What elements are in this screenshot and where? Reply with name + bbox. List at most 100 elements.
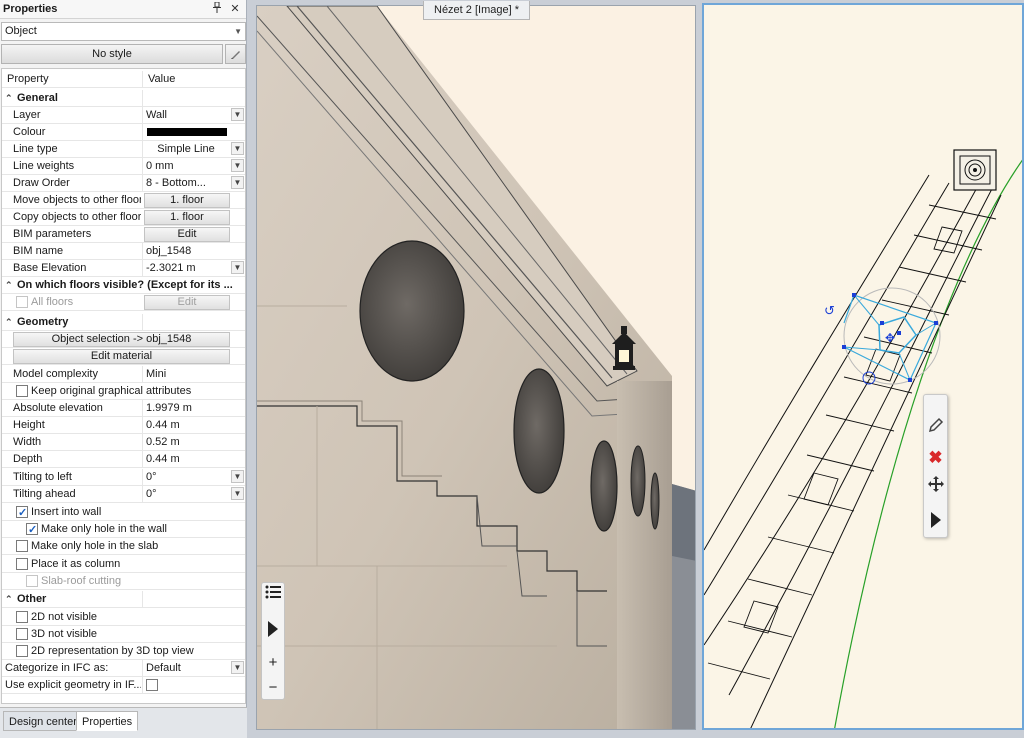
chevron-down-icon[interactable]: ▼ (231, 661, 244, 674)
insert-wall-checkbox[interactable] (16, 505, 28, 520)
height-field[interactable]: 0.44 m (142, 417, 245, 433)
plan-canvas[interactable]: ✥ ↺ ✖ (702, 3, 1024, 730)
row-not-3d: 3D not visible (2, 626, 245, 643)
section-floors-title: On which floors visible? (Except for its… (17, 279, 233, 291)
row-line-weights: Line weights 0 mm ▼ (2, 158, 245, 175)
tab-properties[interactable]: Properties (76, 711, 139, 731)
model-complexity-value[interactable]: Mini (142, 366, 245, 382)
play-icon[interactable] (262, 621, 284, 641)
label-line-weights: Line weights (13, 160, 75, 172)
row-line-type: Line type Simple Line ▼ (2, 141, 245, 158)
render-image (257, 6, 695, 729)
edit-material-button[interactable]: Edit material (13, 349, 230, 364)
layer-select[interactable]: Wall ▼ (142, 107, 245, 123)
move-icon[interactable] (924, 475, 947, 501)
tilt-ahead-select[interactable]: 0° ▼ (142, 486, 245, 502)
slab-roof-checkbox[interactable] (26, 575, 38, 587)
move-floor-button[interactable]: 1. floor (144, 193, 230, 208)
row-not-2d: 2D not visible (2, 609, 245, 626)
bim-params-edit-button[interactable]: Edit (144, 227, 230, 242)
object-selection-button[interactable]: Object selection -> obj_1548 (13, 332, 230, 347)
colour-swatch[interactable] (147, 128, 227, 136)
label-colour: Colour (13, 126, 46, 138)
row-insert-wall: Insert into wall (2, 504, 245, 521)
chevron-down-icon[interactable]: ▼ (231, 159, 244, 172)
keep-original-checkbox[interactable] (16, 385, 28, 397)
label-model-complexity: Model complexity (13, 368, 98, 380)
nav-toolbar: + − (261, 582, 285, 700)
chevron-down-icon[interactable]: ▼ (231, 108, 244, 121)
row-object-selection: Object selection -> obj_1548 (2, 331, 245, 348)
tilt-left-select[interactable]: 0° ▼ (142, 469, 245, 485)
draw-order-select[interactable]: 8 - Bottom... ▼ (142, 175, 245, 191)
rep-3d-checkbox[interactable] (16, 645, 28, 657)
row-abs-elevation: Absolute elevation 1.9979 m (2, 400, 245, 417)
row-bim-name: BIM name obj_1548 (2, 243, 245, 260)
style-button[interactable]: No style (1, 44, 223, 64)
chevron-down-icon[interactable]: ▼ (231, 487, 244, 500)
zoom-in-icon[interactable]: + (262, 653, 284, 673)
render-canvas[interactable]: + − (256, 5, 696, 730)
pin-icon[interactable] (210, 1, 224, 16)
label-draw-order: Draw Order (13, 177, 70, 189)
explicit-checkbox[interactable] (146, 679, 158, 691)
label-bim-name: BIM name (13, 245, 64, 257)
section-other[interactable]: ⌃ Other (2, 591, 245, 608)
depth-field[interactable]: 0.44 m (142, 451, 245, 467)
section-other-title: Other (17, 593, 47, 605)
viewport-plan: ✥ ↺ ✖ (699, 0, 1024, 738)
base-elevation-field[interactable]: -2.3021 m ▼ (142, 260, 245, 276)
ifc-value: Default (146, 662, 181, 674)
label-explicit: Use explicit geometry in IF... (5, 679, 141, 691)
line-weights-select[interactable]: 0 mm ▼ (142, 158, 245, 174)
section-general[interactable]: ⌃ General (2, 90, 245, 107)
row-width: Width 0.52 m (2, 434, 245, 451)
hole-wall-checkbox[interactable] (26, 522, 38, 537)
tilt-left-value: 0° (146, 471, 157, 483)
copy-floor-button[interactable]: 1. floor (144, 210, 230, 225)
panel-tabs: Design center Properties (0, 707, 247, 738)
chevron-down-icon[interactable]: ▼ (231, 142, 244, 155)
bim-name-field[interactable]: obj_1548 (142, 243, 245, 259)
label-depth: Depth (13, 453, 43, 465)
delete-icon[interactable]: ✖ (924, 445, 947, 471)
zoom-out-icon[interactable]: − (262, 678, 284, 698)
line-type-select[interactable]: Simple Line ▼ (142, 141, 245, 157)
abs-elevation-field[interactable]: 1.9979 m (142, 400, 245, 416)
row-draw-order: Draw Order 8 - Bottom... ▼ (2, 175, 245, 192)
hole-slab-label: Make only hole in the slab (31, 540, 159, 552)
collapse-icon: ⌃ (5, 280, 13, 290)
list-icon[interactable] (262, 585, 284, 605)
chevron-down-icon: ▼ (234, 27, 242, 36)
not-2d-checkbox[interactable] (16, 611, 28, 623)
pencil-icon[interactable] (924, 415, 947, 441)
chevron-down-icon[interactable]: ▼ (231, 176, 244, 189)
section-geometry[interactable]: ⌃ Geometry (2, 314, 245, 331)
section-floors[interactable]: ⌃ On which floors visible? (Except for it… (2, 277, 245, 294)
place-column-checkbox[interactable] (16, 558, 28, 570)
rotate-icon[interactable]: ↺ (824, 304, 835, 319)
panel-title: Properties (3, 3, 58, 15)
view-tab[interactable]: Nézet 2 [Image] * (423, 1, 530, 20)
all-floors-edit-button[interactable]: Edit (144, 295, 230, 310)
row-slab-roof: Slab-roof cutting (2, 573, 245, 590)
object-type-select[interactable]: Object ▼ (1, 22, 246, 41)
property-grid: Property Value ⌃ General Layer Wall ▼ Colo… (1, 68, 246, 704)
ifc-select[interactable]: Default ▼ (142, 660, 245, 676)
hole-wall-label: Make only hole in the wall (41, 523, 167, 535)
play-icon[interactable] (924, 510, 947, 536)
chevron-down-icon[interactable]: ▼ (231, 261, 244, 274)
not-3d-checkbox[interactable] (16, 628, 28, 640)
brush-icon[interactable] (225, 44, 246, 64)
colour-picker[interactable] (142, 124, 245, 140)
row-move-floor: Move objects to other floor 1. floor (2, 192, 245, 209)
label-line-type: Line type (13, 143, 58, 155)
close-icon[interactable]: ✕ (228, 2, 242, 16)
section-general-title: General (17, 92, 58, 104)
tab-design-center[interactable]: Design center (3, 711, 83, 731)
hole-slab-checkbox[interactable] (16, 540, 28, 552)
chevron-down-icon[interactable]: ▼ (231, 470, 244, 483)
row-tilt-left: Tilting to left 0° ▼ (2, 469, 245, 486)
width-field[interactable]: 0.52 m (142, 434, 245, 450)
all-floors-checkbox[interactable] (16, 296, 28, 308)
